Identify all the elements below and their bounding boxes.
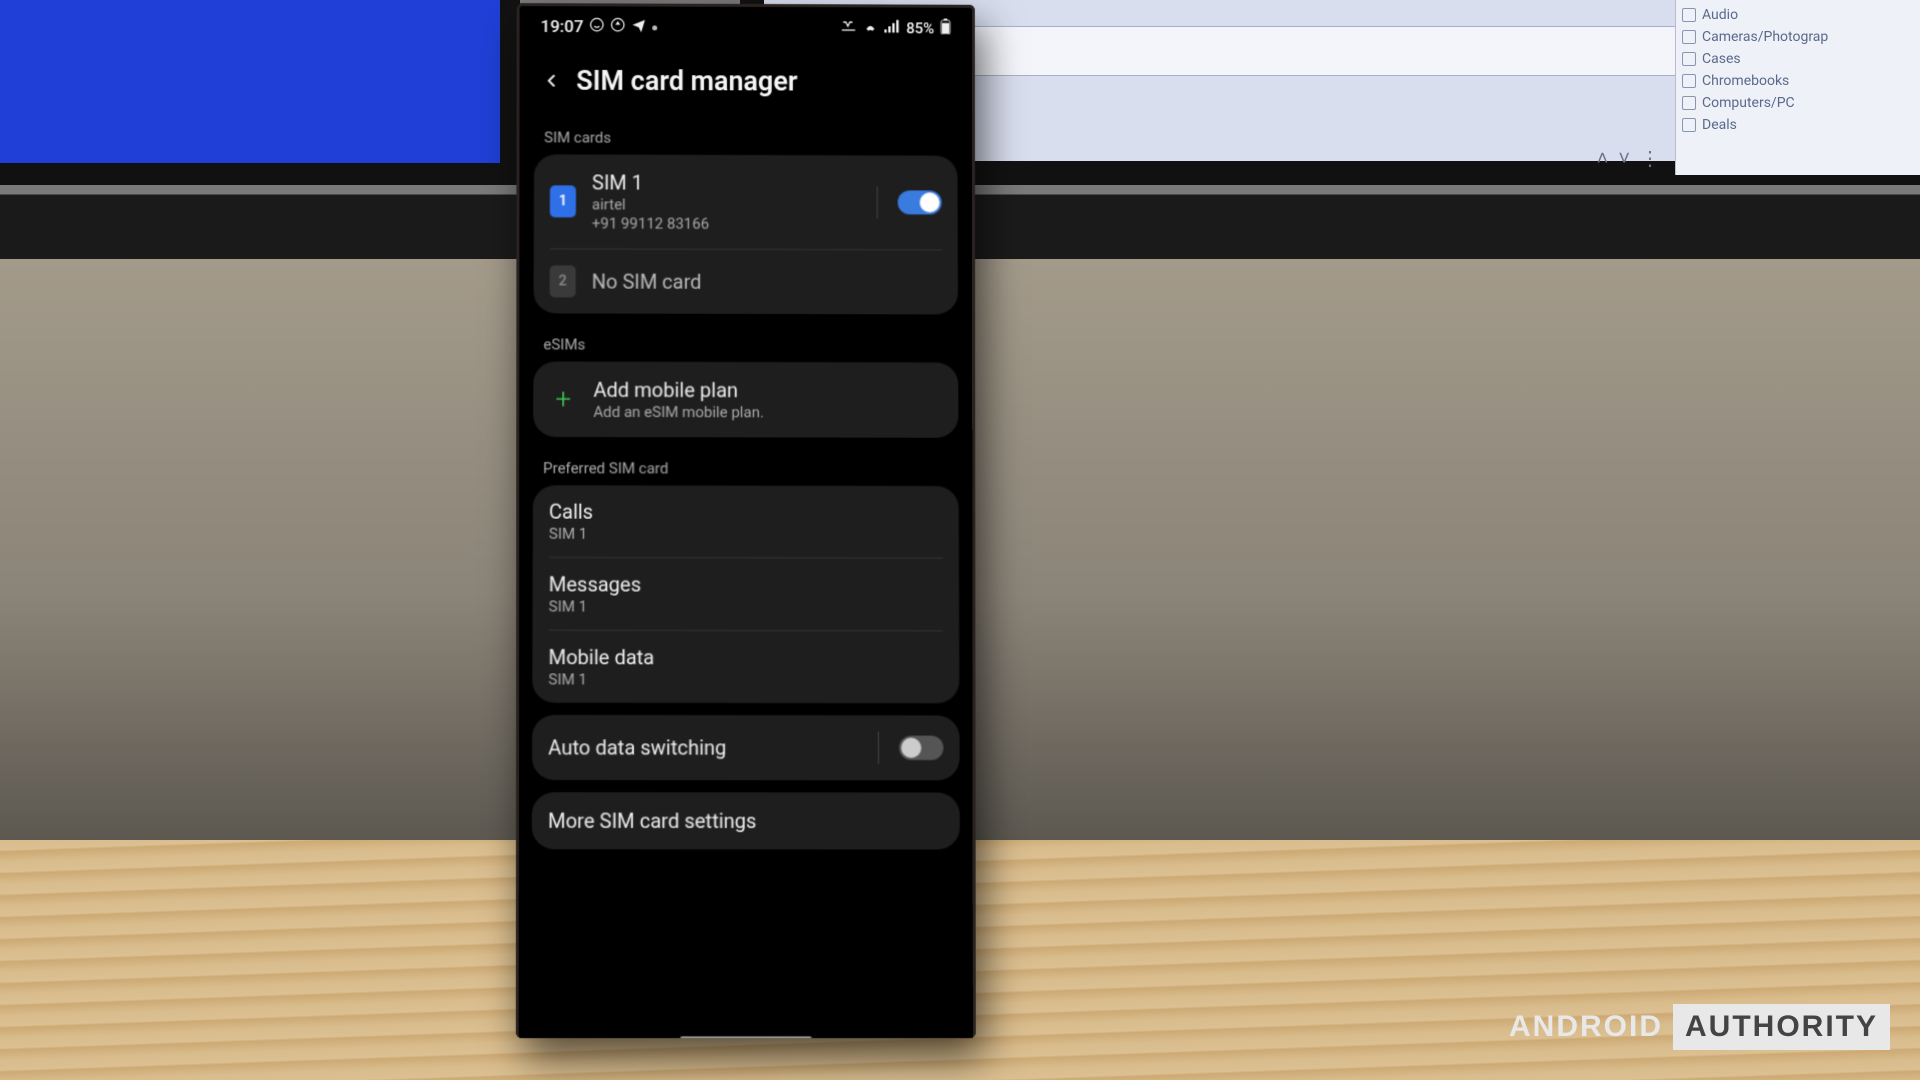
phone-device: 19:07 (516, 3, 976, 1038)
browser-filter-panel: Audio Cameras/Photograp Cases Chromebook… (1675, 0, 1920, 175)
phone-screen: 19:07 (519, 9, 973, 1038)
battery-percent: 85% (906, 19, 934, 37)
sim2-row[interactable]: 2 No SIM card (534, 249, 958, 314)
page-header: SIM card manager (522, 37, 969, 108)
pref-calls-title: Calls (549, 499, 943, 524)
pref-mobiledata-title: Mobile data (548, 645, 943, 670)
filter-row: Deals (1682, 114, 1920, 136)
volte-icon (840, 19, 856, 37)
telegram-icon (631, 17, 646, 37)
sim1-badge-icon: 1 (550, 185, 576, 217)
back-button[interactable] (540, 70, 562, 92)
section-label-simcards: SIM cards (522, 106, 969, 155)
monitor-left (0, 0, 520, 185)
sim2-title: No SIM card (592, 269, 942, 294)
pref-calls-row[interactable]: Calls SIM 1 (533, 485, 959, 557)
pref-mobiledata-value: SIM 1 (548, 670, 943, 689)
chevron-down-icon: ˅ (1618, 146, 1630, 171)
sim-cards-card: 1 SIM 1 airtel +91 99112 83166 2 No SIM … (534, 154, 958, 314)
pref-calls-value: SIM 1 (549, 525, 943, 544)
chevron-up-icon: ˄ (1597, 146, 1609, 171)
pref-mobiledata-row[interactable]: Mobile data SIM 1 (532, 631, 959, 704)
whatsapp-icon (589, 17, 604, 37)
browser-arrow-icons: ˄ ˅ ⋮ (1597, 146, 1660, 171)
checkbox-icon (1682, 30, 1696, 44)
auto-switch-toggle[interactable] (899, 736, 943, 760)
sim1-number: +91 99112 83166 (592, 214, 861, 233)
home-indicator[interactable] (680, 1036, 812, 1038)
sim1-carrier: airtel (592, 195, 861, 214)
status-bar: 19:07 (522, 9, 969, 38)
kebab-icon: ⋮ (1640, 146, 1660, 171)
pref-messages-value: SIM 1 (549, 597, 943, 616)
checkbox-icon (1682, 52, 1696, 66)
filter-row: Computers/PC (1682, 92, 1920, 114)
checkbox-icon (1682, 118, 1696, 132)
divider (878, 732, 879, 764)
chevron-left-icon (541, 71, 561, 91)
auto-switch-title: Auto data switching (548, 735, 862, 760)
auto-switch-card: Auto data switching (532, 715, 960, 780)
checkbox-icon (1682, 96, 1696, 110)
section-label-esims: eSIMs (521, 313, 970, 362)
add-esim-row[interactable]: + Add mobile plan Add an eSIM mobile pla… (533, 362, 958, 438)
wifi-calling-icon (862, 19, 878, 37)
watermark-left: ANDROID (1499, 1004, 1673, 1050)
add-esim-title: Add mobile plan (593, 378, 942, 403)
plus-icon: + (549, 385, 577, 413)
more-settings-card: More SIM card settings (532, 792, 960, 849)
sim1-title: SIM 1 (592, 171, 861, 196)
checkbox-icon (1682, 74, 1696, 88)
battery-icon (940, 19, 951, 39)
status-time: 19:07 (540, 17, 583, 37)
pref-messages-row[interactable]: Messages SIM 1 (532, 558, 959, 630)
signal-icon (884, 19, 900, 37)
auto-switch-row[interactable]: Auto data switching (532, 715, 960, 780)
filter-row: Chromebooks (1682, 70, 1920, 92)
watermark-right: AUTHORITY (1673, 1004, 1890, 1050)
watermark: ANDROID AUTHORITY (1499, 1004, 1890, 1050)
pref-messages-title: Messages (549, 572, 943, 597)
sim1-toggle[interactable] (898, 190, 942, 214)
notification-dot-icon (652, 25, 657, 30)
page-title: SIM card manager (576, 65, 797, 98)
divider (877, 186, 878, 218)
filter-row: Audio (1682, 4, 1920, 26)
filter-row: Cases (1682, 48, 1920, 70)
add-esim-sub: Add an eSIM mobile plan. (593, 403, 942, 422)
filter-row: Cameras/Photograp (1682, 26, 1920, 48)
more-settings-row[interactable]: More SIM card settings (532, 792, 960, 849)
checkbox-icon (1682, 8, 1696, 22)
preferred-sim-card: Calls SIM 1 Messages SIM 1 Mobile data S… (532, 485, 959, 703)
section-label-preferred: Preferred SIM card (521, 437, 971, 486)
sim2-badge-icon: 2 (550, 265, 576, 297)
esim-card: + Add mobile plan Add an eSIM mobile pla… (533, 362, 958, 438)
update-icon (610, 17, 625, 37)
more-settings-title: More SIM card settings (548, 809, 944, 834)
sim1-row[interactable]: 1 SIM 1 airtel +91 99112 83166 (534, 154, 958, 249)
